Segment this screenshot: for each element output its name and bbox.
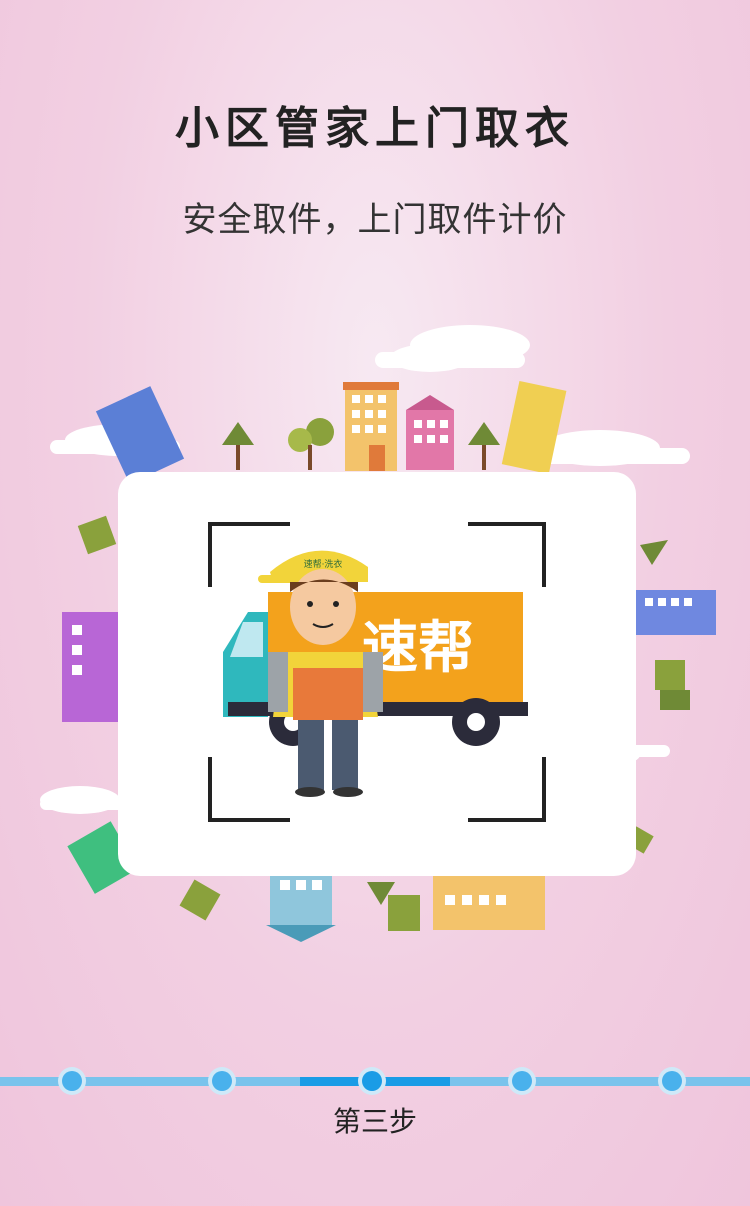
page-title: 小区管家上门取衣 bbox=[175, 103, 575, 154]
step-dot-inner-3 bbox=[362, 1071, 382, 1091]
courier-icon bbox=[258, 550, 383, 797]
step-dot-inner-2 bbox=[212, 1071, 232, 1091]
step-dot-inner-4 bbox=[512, 1071, 532, 1091]
cap-logo-text: 速帮·洗衣 bbox=[304, 558, 343, 570]
page-subtitle: 安全取件，上门取件计价 bbox=[182, 200, 568, 240]
step-progress-bar bbox=[0, 1067, 750, 1095]
step-dot-inner-1 bbox=[62, 1071, 82, 1091]
step-label: 第三步 bbox=[332, 1105, 417, 1138]
delivery-illustration: 速帮 速帮·洗衣 bbox=[208, 522, 546, 822]
step-dot-inner-5 bbox=[662, 1071, 682, 1091]
